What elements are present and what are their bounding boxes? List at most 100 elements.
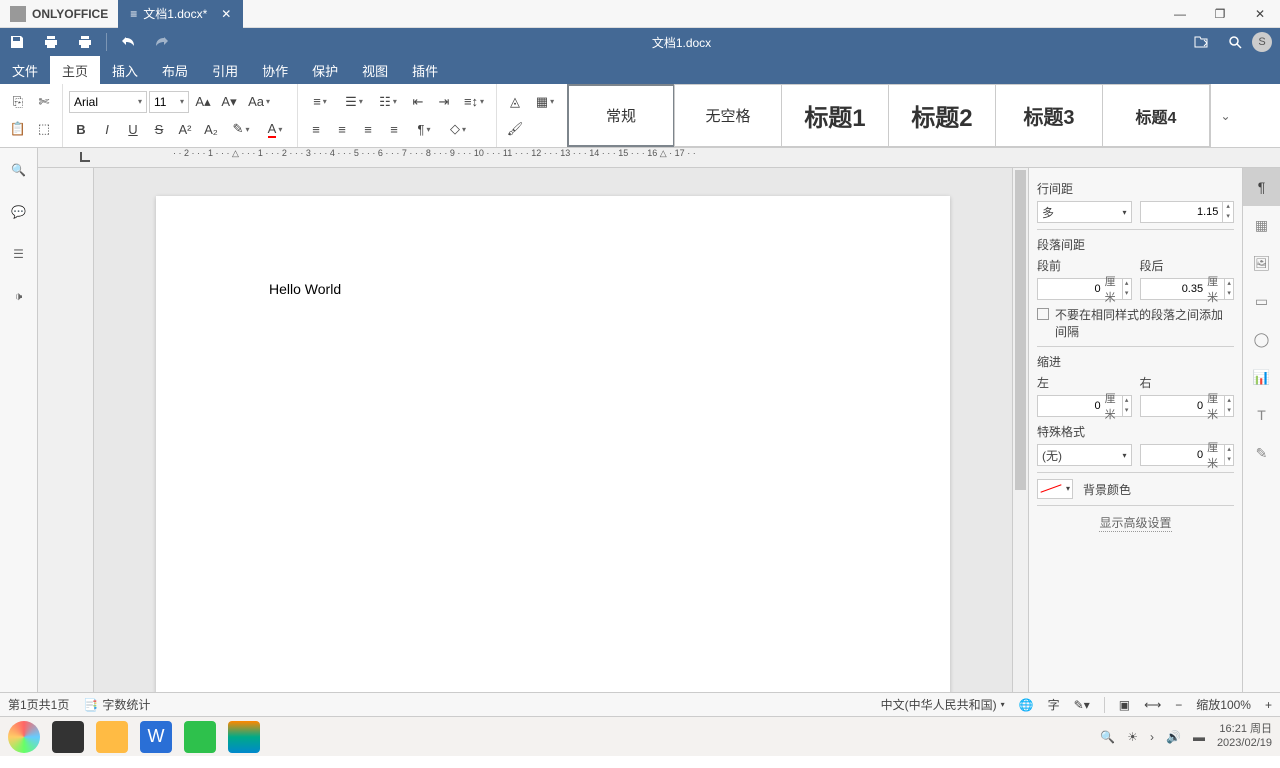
redo-button[interactable]	[145, 28, 179, 56]
zoom-out-button[interactable]: −	[1175, 698, 1182, 712]
tray-search-icon[interactable]: 🔍	[1100, 730, 1115, 744]
increase-font-button[interactable]: A▴	[191, 90, 215, 114]
track-changes-icon[interactable]: ✎▾	[1074, 698, 1090, 712]
minimize-button[interactable]: —	[1160, 0, 1200, 28]
spell-check-icon[interactable]: 🌐	[1019, 698, 1034, 712]
bgcolor-button[interactable]: ▾	[1037, 479, 1073, 499]
align-justify-button[interactable]: ≡	[382, 117, 406, 141]
format-painter-button[interactable]: 🖌	[503, 117, 527, 141]
close-tab-icon[interactable]: ✕	[221, 7, 231, 21]
task-view-icon[interactable]	[52, 721, 84, 753]
wechat-icon[interactable]	[184, 721, 216, 753]
paste-button[interactable]: 📋	[6, 117, 30, 141]
font-color-button[interactable]: A	[259, 117, 291, 141]
textart-settings-icon[interactable]: T	[1243, 396, 1280, 434]
close-window-button[interactable]: ✕	[1240, 0, 1280, 28]
multilevel-button[interactable]: ☷	[372, 90, 404, 114]
undo-button[interactable]	[111, 28, 145, 56]
shape-settings-icon[interactable]: ◯	[1243, 320, 1280, 358]
header-settings-icon[interactable]: ▭	[1243, 282, 1280, 320]
doc-lang-icon[interactable]: 字	[1048, 696, 1060, 713]
special-indent-input[interactable]: 厘米▴▾	[1140, 444, 1235, 466]
superscript-button[interactable]: A²	[173, 117, 197, 141]
start-menu-icon[interactable]	[8, 721, 40, 753]
line-spacing-value-input[interactable]: ▴▾	[1140, 201, 1235, 223]
document-canvas[interactable]: Hello World	[94, 168, 1012, 692]
menu-home[interactable]: 主页	[50, 56, 100, 84]
highlight-button[interactable]: ✎	[225, 117, 257, 141]
menu-insert[interactable]: 插入	[100, 56, 150, 84]
change-case-button[interactable]: Aa	[243, 90, 275, 114]
fit-page-icon[interactable]: ▣	[1119, 698, 1130, 712]
menu-file[interactable]: 文件	[0, 56, 50, 84]
bold-button[interactable]: B	[69, 117, 93, 141]
subscript-button[interactable]: A₂	[199, 117, 223, 141]
page-status[interactable]: 第1页共1页	[8, 696, 69, 713]
tray-volume-icon[interactable]: 🔊	[1166, 730, 1181, 744]
underline-button[interactable]: U	[121, 117, 145, 141]
tray-expand-icon[interactable]: ›	[1150, 730, 1154, 744]
spacing-before-input[interactable]: 厘米▴▾	[1037, 278, 1132, 300]
font-name-select[interactable]: Arial▾	[69, 91, 147, 113]
signature-settings-icon[interactable]: ✎	[1243, 434, 1280, 472]
horizontal-ruler[interactable]: · · 2 · · · 1 · · · △ · · · 1 · · · 2 · …	[38, 148, 1280, 168]
vertical-scrollbar[interactable]	[1012, 168, 1028, 692]
menu-plugins[interactable]: 插件	[400, 56, 450, 84]
menu-layout[interactable]: 布局	[150, 56, 200, 84]
tray-battery-icon[interactable]: ▬	[1193, 730, 1205, 744]
open-location-button[interactable]	[1184, 28, 1218, 56]
document-tab[interactable]: ≡ 文档1.docx* ✕	[118, 0, 243, 28]
special-indent-select[interactable]: (无)▾	[1037, 444, 1132, 466]
image-settings-icon[interactable]: 🖼	[1243, 244, 1280, 282]
menu-protect[interactable]: 保护	[300, 56, 350, 84]
user-avatar[interactable]: S	[1252, 32, 1272, 52]
page[interactable]: Hello World	[156, 196, 950, 692]
print-button[interactable]	[34, 28, 68, 56]
align-center-button[interactable]: ≡	[330, 117, 354, 141]
quick-print-button[interactable]	[68, 28, 102, 56]
decrease-indent-button[interactable]: ⇤	[406, 90, 430, 114]
table-settings-icon[interactable]: ▦	[1243, 206, 1280, 244]
document-text[interactable]: Hello World	[269, 281, 341, 297]
cut-button[interactable]: ✄	[32, 90, 56, 114]
fit-width-icon[interactable]: ⟷	[1144, 698, 1161, 712]
left-headings-icon[interactable]: ☰	[7, 242, 31, 266]
search-button[interactable]	[1218, 28, 1252, 56]
italic-button[interactable]: I	[95, 117, 119, 141]
align-right-button[interactable]: ≡	[356, 117, 380, 141]
wps-icon[interactable]: W	[140, 721, 172, 753]
numbering-button[interactable]: ☰	[338, 90, 370, 114]
word-count-button[interactable]: 📑字数统计	[83, 696, 150, 713]
font-size-select[interactable]: 11▾	[149, 91, 189, 113]
no-space-checkbox[interactable]: 不要在相同样式的段落之间添加间隔	[1037, 306, 1234, 340]
style-normal[interactable]: 常规	[567, 84, 675, 147]
clear-style-button[interactable]: ◬	[503, 90, 527, 114]
line-spacing-button[interactable]: ≡↕	[458, 90, 490, 114]
increase-indent-button[interactable]: ⇥	[432, 90, 456, 114]
spacing-after-input[interactable]: 厘米▴▾	[1140, 278, 1235, 300]
app1-icon[interactable]	[96, 721, 128, 753]
language-select[interactable]: 中文(中华人民共和国)▾	[881, 696, 1005, 713]
copy-button[interactable]: ⎘	[6, 90, 30, 114]
left-search-icon[interactable]: 🔍	[7, 158, 31, 182]
zoom-in-button[interactable]: +	[1265, 698, 1272, 712]
align-left-button[interactable]: ≡	[304, 117, 328, 141]
shading-button[interactable]: ◇	[442, 117, 474, 141]
fill-button[interactable]: ▦	[529, 90, 561, 114]
menu-collab[interactable]: 协作	[250, 56, 300, 84]
decrease-font-button[interactable]: A▾	[217, 90, 241, 114]
style-heading2[interactable]: 标题2	[888, 84, 996, 147]
paragraph-mark-button[interactable]: ¶	[408, 117, 440, 141]
vertical-ruler[interactable]	[76, 168, 94, 692]
save-button[interactable]	[0, 28, 34, 56]
style-heading4[interactable]: 标题4	[1102, 84, 1210, 147]
indent-left-input[interactable]: 厘米▴▾	[1037, 395, 1132, 417]
style-nospace[interactable]: 无空格	[674, 84, 782, 147]
indent-right-input[interactable]: 厘米▴▾	[1140, 395, 1235, 417]
zoom-level[interactable]: 缩放100%	[1196, 696, 1251, 713]
onlyoffice-taskbar-icon[interactable]	[228, 721, 260, 753]
style-more-button[interactable]: ⌄	[1210, 84, 1240, 147]
chart-settings-icon[interactable]: 📊	[1243, 358, 1280, 396]
bullets-button[interactable]: ≡	[304, 90, 336, 114]
advanced-settings-link[interactable]: 显示高级设置	[1099, 514, 1171, 532]
